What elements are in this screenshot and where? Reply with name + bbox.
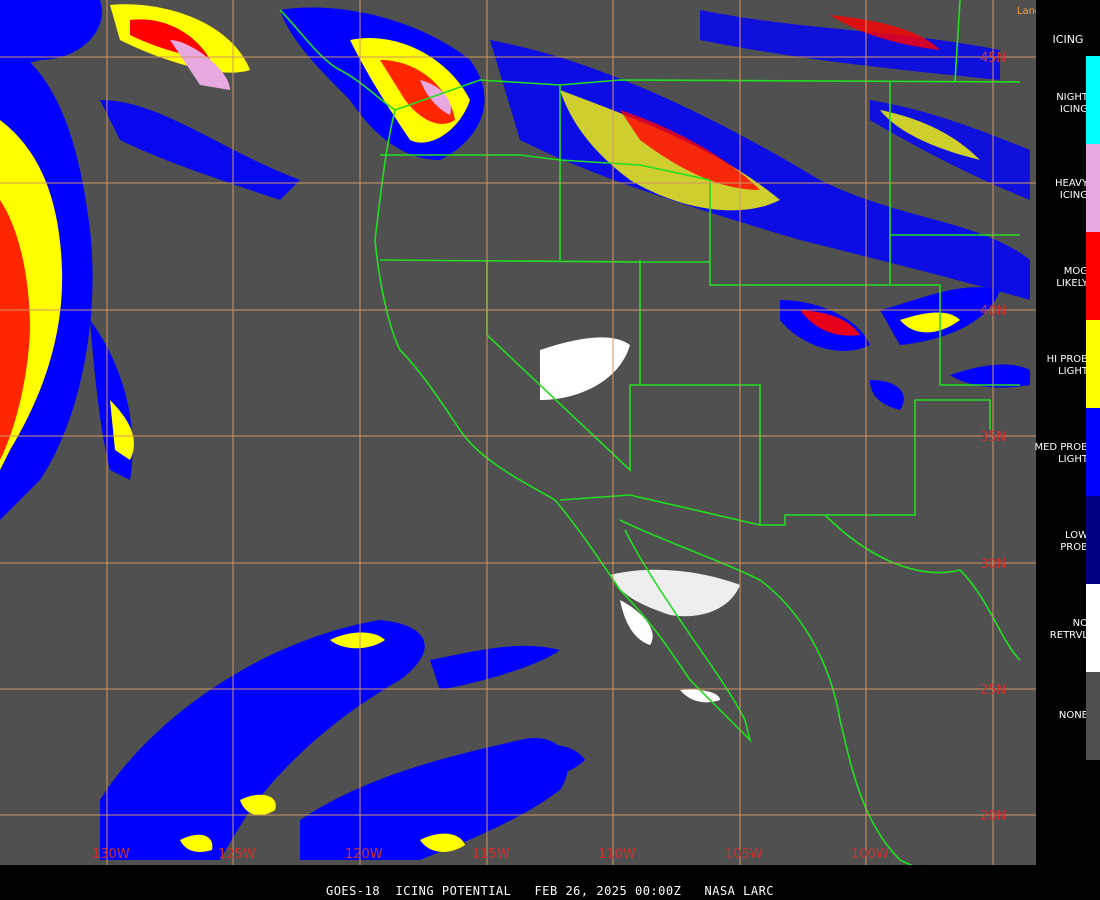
legend-item-med-prob-light: MED PROB LIGHT (1034, 408, 1100, 496)
legend: ICING NIGHT ICING HEAVY ICING MOG LIKELY… (1034, 0, 1100, 865)
legend-label: HEAVY ICING (1055, 178, 1088, 201)
legend-title: ICING (1052, 33, 1084, 46)
legend-label: MED PROB LIGHT (1034, 442, 1088, 465)
lat-label: 35N (980, 430, 1006, 445)
map-canvas: 130W 125W 120W 115W 110W 105W 100W 45N 4… (0, 0, 1036, 865)
legend-item-low-prob: LOW PROB (1036, 496, 1100, 584)
legend-swatch (1086, 496, 1100, 584)
legend-label: NO RETRVL (1049, 618, 1088, 641)
legend-label: NONE (1058, 710, 1088, 721)
lon-label: 130W (92, 847, 130, 862)
legend-item-heavy-icing: HEAVY ICING (1036, 144, 1100, 232)
lat-label: 25N (980, 683, 1006, 698)
legend-label: NIGHT ICING (1056, 92, 1088, 115)
legend-swatch (1086, 584, 1100, 672)
lon-label: 125W (218, 847, 256, 862)
lon-label: 115W (472, 847, 510, 862)
legend-item-hi-prob-light: HI PROB LIGHT (1036, 320, 1100, 408)
lon-label: 120W (345, 847, 383, 862)
icing-map: 130W 125W 120W 115W 110W 105W 100W 45N 4… (0, 0, 1036, 865)
lat-label: 45N (980, 51, 1006, 66)
legend-item-mog-likely: MOG LIKELY (1036, 232, 1100, 320)
lon-label: 105W (725, 847, 763, 862)
legend-swatch (1086, 320, 1100, 408)
product-caption: GOES-18 ICING POTENTIAL FEB 26, 2025 00:… (325, 884, 775, 898)
legend-swatch (1086, 144, 1100, 232)
legend-label: LOW PROB (1060, 530, 1088, 553)
legend-label: MOG LIKELY (1056, 266, 1088, 289)
legend-item-none: NONE (1036, 672, 1100, 760)
lat-label: 20N (980, 809, 1006, 824)
legend-swatch (1086, 408, 1100, 496)
lon-label: 100W (851, 847, 889, 862)
legend-item-no-retrieval: NO RETRVL (1036, 584, 1100, 672)
lat-label: 30N (980, 557, 1006, 572)
legend-swatch (1086, 672, 1100, 760)
legend-swatch (1086, 232, 1100, 320)
legend-label: HI PROB LIGHT (1046, 354, 1088, 377)
legend-item-night-icing: NIGHT ICING (1036, 56, 1100, 144)
lon-label: 110W (598, 847, 636, 862)
lat-label: 40N (980, 304, 1006, 319)
legend-swatch (1086, 56, 1100, 144)
